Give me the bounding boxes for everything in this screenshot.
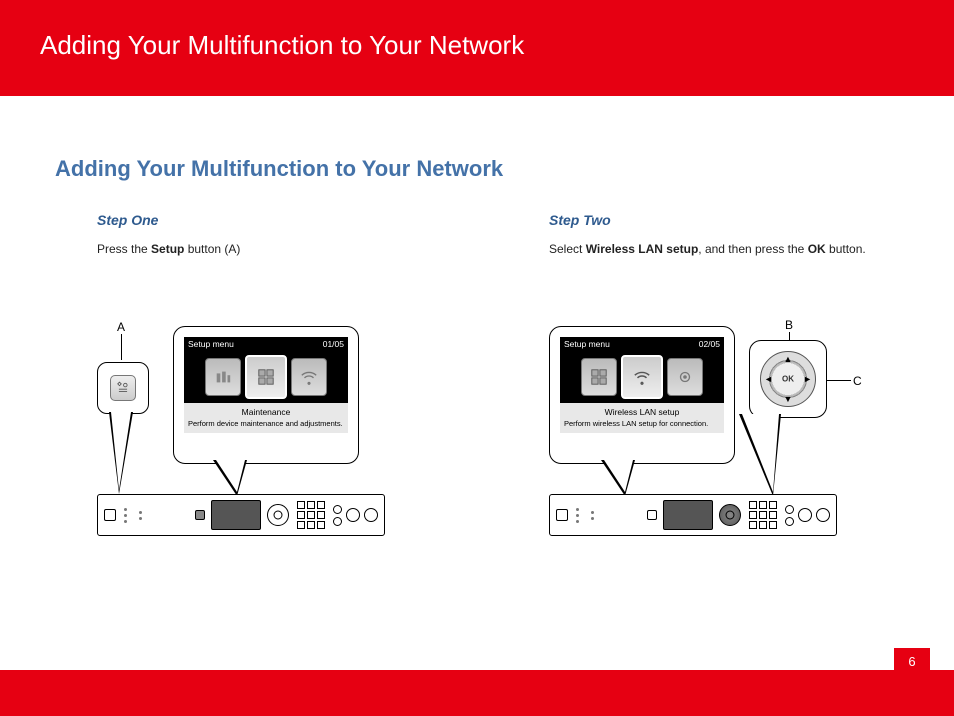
lcd1-selected-desc: Perform device maintenance and adjustmen… bbox=[188, 419, 344, 429]
panel2-circle1 bbox=[798, 508, 812, 522]
setup-button-callout bbox=[97, 362, 149, 414]
step-columns: Step One Press the Setup button (A) A bbox=[55, 212, 899, 536]
settings-icon bbox=[676, 368, 694, 386]
lcd1-icon-row bbox=[184, 351, 348, 403]
nav-wheel: OK ▲ ▼ ◄ ► bbox=[760, 351, 816, 407]
screen1-pointer-inner bbox=[216, 460, 245, 492]
page-header: Adding Your Multifunction to Your Networ… bbox=[0, 0, 954, 96]
step-two-illustration: Setup menu 02/05 bbox=[507, 326, 899, 536]
lcd1-item-prev bbox=[205, 358, 241, 396]
lcd2-caption: Wireless LAN setup Perform wireless LAN … bbox=[560, 403, 724, 433]
screen2-pointer-inner bbox=[604, 460, 633, 492]
step-one-label: Step One bbox=[55, 212, 447, 228]
setup-callout-pointer-inner bbox=[111, 412, 131, 490]
content-area: Adding Your Multifunction to Your Networ… bbox=[0, 96, 954, 536]
maintenance-icon bbox=[590, 368, 608, 386]
leader-a-line bbox=[121, 334, 122, 360]
panel1-wheel bbox=[267, 504, 289, 526]
step1-text-prefix: Press the bbox=[97, 242, 151, 256]
lcd2-header: Setup menu 02/05 bbox=[560, 337, 724, 351]
callout-letter-b: B bbox=[785, 318, 793, 332]
lcd1-selected-label: Maintenance bbox=[188, 407, 344, 417]
panel1-circle2 bbox=[364, 508, 378, 522]
setup-button-icon bbox=[110, 375, 136, 401]
lcd1-caption: Maintenance Perform device maintenance a… bbox=[184, 403, 348, 433]
page-footer: 6 bbox=[0, 670, 954, 716]
lcd2-item-next bbox=[667, 358, 703, 396]
lcd2-item-selected bbox=[621, 355, 663, 399]
lcd2-selected-desc: Perform wireless LAN setup for connectio… bbox=[564, 419, 720, 429]
screen-callout-1: Setup menu 01/05 bbox=[173, 326, 359, 464]
lcd1-item-next bbox=[291, 358, 327, 396]
screen-callout-2: Setup menu 02/05 bbox=[549, 326, 735, 464]
step2-suffix: button. bbox=[826, 242, 866, 256]
step-two-column: Step Two Select Wireless LAN setup, and … bbox=[507, 212, 899, 536]
leader-b-line bbox=[789, 332, 790, 340]
step-one-illustration: A Setup menu bbox=[55, 326, 447, 536]
panel2-btn bbox=[556, 509, 568, 521]
lcd1-menu-title: Setup menu bbox=[188, 339, 234, 349]
ink-icon bbox=[214, 368, 232, 386]
tools-icon bbox=[116, 381, 130, 395]
callout-letter-a: A bbox=[117, 320, 125, 334]
step2-prefix: Select bbox=[549, 242, 586, 256]
step1-text-suffix: button (A) bbox=[184, 242, 240, 256]
step-two-label: Step Two bbox=[507, 212, 899, 228]
arrow-up-icon: ▲ bbox=[784, 354, 793, 364]
lcd1-header: Setup menu 01/05 bbox=[184, 337, 348, 351]
lcd2-page-counter: 02/05 bbox=[699, 339, 720, 349]
wheel-callout: OK ▲ ▼ ◄ ► bbox=[749, 340, 827, 418]
wifi-icon bbox=[300, 368, 318, 386]
arrow-left-icon: ◄ bbox=[764, 374, 773, 384]
step1-text-bold: Setup bbox=[151, 242, 184, 256]
wifi-icon bbox=[633, 368, 651, 386]
panel2-small-circles bbox=[785, 505, 794, 526]
step2-mid: , and then press the bbox=[698, 242, 807, 256]
step-one-body: Press the Setup button (A) bbox=[55, 242, 447, 256]
control-panel-1 bbox=[97, 494, 385, 536]
maintenance-icon bbox=[257, 368, 275, 386]
leader-c-line bbox=[827, 380, 851, 381]
step2-bold2: OK bbox=[808, 242, 826, 256]
lcd2-menu-title: Setup menu bbox=[564, 339, 610, 349]
lcd1-item-selected bbox=[245, 355, 287, 399]
panel1-setup-btn bbox=[195, 510, 205, 520]
panel1-screen bbox=[211, 500, 261, 530]
page-number: 6 bbox=[894, 648, 930, 683]
ok-button-label: OK bbox=[782, 375, 794, 384]
panel2-setup-btn bbox=[647, 510, 657, 520]
arrow-down-icon: ▼ bbox=[784, 394, 793, 404]
lcd1-page-counter: 01/05 bbox=[323, 339, 344, 349]
lcd2-selected-label: Wireless LAN setup bbox=[564, 407, 720, 417]
panel1-small-circles bbox=[333, 505, 342, 526]
panel2-screen bbox=[663, 500, 713, 530]
wheel-pointer-inner bbox=[742, 414, 779, 492]
section-heading: Adding Your Multifunction to Your Networ… bbox=[55, 156, 899, 182]
panel1-keypad bbox=[297, 501, 325, 529]
header-title: Adding Your Multifunction to Your Networ… bbox=[40, 30, 524, 60]
panel2-wheel bbox=[719, 504, 741, 526]
lcd2-item-prev bbox=[581, 358, 617, 396]
step2-bold1: Wireless LAN setup bbox=[586, 242, 699, 256]
callout-letter-c: C bbox=[853, 374, 862, 388]
panel1-btn bbox=[104, 509, 116, 521]
panel2-keypad bbox=[749, 501, 777, 529]
step-one-column: Step One Press the Setup button (A) A bbox=[55, 212, 447, 536]
panel1-circle1 bbox=[346, 508, 360, 522]
arrow-right-icon: ► bbox=[803, 374, 812, 384]
step-two-body: Select Wireless LAN setup, and then pres… bbox=[507, 242, 899, 256]
lcd2-icon-row bbox=[560, 351, 724, 403]
panel2-circle2 bbox=[816, 508, 830, 522]
control-panel-2 bbox=[549, 494, 837, 536]
